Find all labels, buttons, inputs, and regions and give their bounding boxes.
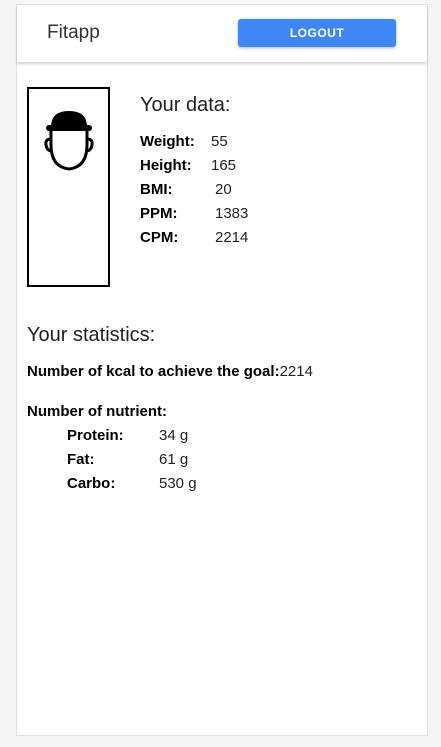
app-title: Fitapp [47,22,100,43]
data-row-weight: Weight: 55 [140,133,228,150]
data-row-ppm: PPM: 1383 [140,205,248,222]
nutrient-row-protein: Protein: 34 g [67,427,188,444]
protein-value: 34 g [159,427,189,444]
weight-label: Weight: [140,133,195,150]
carbo-value: 530 g [159,475,197,492]
fat-label: Fat: [67,451,95,468]
data-row-height: Height: 165 [140,157,236,174]
cpm-value: 2214 [215,229,249,246]
main-card: Fitapp LOGOUT Your data: Weight: 55 Heig… [16,4,428,736]
weight-value: 55 [211,133,228,150]
ppm-label: PPM: [140,205,178,222]
fat-value: 61 g [159,451,189,468]
cpm-label: CPM: [140,229,179,246]
your-statistics-title: Your statistics: [27,324,156,346]
avatar [27,87,110,287]
height-label: Height: [140,157,192,174]
nutrient-row-carbo: Carbo: 530 g [67,475,197,492]
kcal-goal-value: 2214 [279,363,313,380]
person-head-with-cap-icon [44,111,94,171]
kcal-goal-line: Number of kcal to achieve the goal:2214 [27,363,313,380]
ppm-value: 1383 [215,205,249,222]
logout-button[interactable]: LOGOUT [238,19,396,47]
bmi-value: 20 [215,181,232,198]
protein-label: Protein: [67,427,124,444]
nutrient-row-fat: Fat: 61 g [67,451,188,468]
data-row-cpm: CPM: 2214 [140,229,248,246]
bmi-label: BMI: [140,181,173,198]
your-data-title: Your data: [140,94,231,116]
carbo-label: Carbo: [67,475,116,492]
kcal-goal-label: Number of kcal to achieve the goal: [27,363,280,380]
height-value: 165 [211,157,237,174]
nutrient-heading: Number of nutrient: [27,403,167,420]
top-app-bar: Fitapp LOGOUT [17,5,427,62]
data-row-bmi: BMI: 20 [140,181,232,198]
